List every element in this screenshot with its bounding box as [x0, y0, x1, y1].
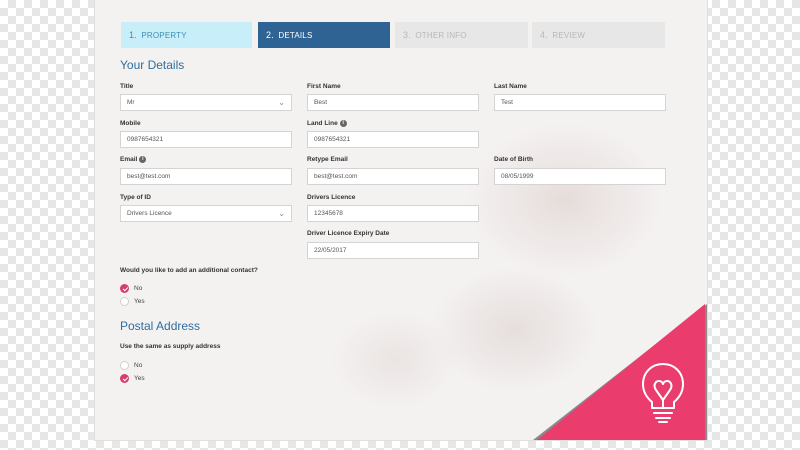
- additional-contact-option-yes[interactable]: Yes: [120, 297, 145, 307]
- email-label: Email: [120, 156, 138, 163]
- mobile-value: 0987654321: [127, 136, 164, 143]
- radio-checked[interactable]: [120, 374, 129, 383]
- radio-label: Yes: [134, 298, 145, 305]
- step-details[interactable]: 2. DETAILS: [258, 22, 390, 48]
- email-field[interactable]: best@test.com: [120, 168, 292, 185]
- licence-expiry-field[interactable]: 22/05/2017: [307, 242, 479, 259]
- postal-address-heading: Postal Address: [120, 319, 201, 333]
- retype-email-field[interactable]: best@test.com: [307, 168, 479, 185]
- drivers-licence-value: 12345678: [314, 210, 343, 217]
- radio-unchecked[interactable]: [120, 361, 129, 370]
- drivers-licence-label: Drivers Licence: [307, 194, 356, 201]
- first-name-label: First Name: [307, 83, 341, 90]
- drivers-licence-field[interactable]: 12345678: [307, 205, 479, 222]
- last-name-label: Last Name: [494, 83, 527, 90]
- radio-label: No: [134, 285, 143, 292]
- step-other-info[interactable]: 3. OTHER INFO: [395, 22, 528, 48]
- radio-unchecked[interactable]: [120, 297, 129, 306]
- land-line-value: 0987654321: [314, 136, 351, 143]
- first-name-field[interactable]: Best: [307, 94, 479, 111]
- additional-contact-question: Would you like to add an additional cont…: [120, 267, 258, 274]
- postal-address-question: Use the same as supply address: [120, 343, 221, 350]
- postal-address-option-no[interactable]: No: [120, 361, 142, 371]
- land-line-label: Land Line: [307, 120, 338, 127]
- title-select[interactable]: Mr ⌄: [120, 94, 292, 111]
- info-icon[interactable]: i: [339, 120, 347, 127]
- step-number: 2.: [266, 30, 274, 40]
- date-of-birth-field[interactable]: 08/05/1999: [494, 168, 666, 185]
- lightbulb-heart-icon: [642, 363, 684, 423]
- licence-expiry-value: 22/05/2017: [314, 247, 347, 254]
- first-name-value: Best: [314, 99, 328, 106]
- mobile-field[interactable]: 0987654321: [120, 131, 292, 148]
- radio-checked[interactable]: [120, 284, 129, 293]
- type-of-id-value: Drivers Licence: [127, 210, 172, 217]
- info-icon[interactable]: i: [139, 156, 147, 163]
- title-label: Title: [120, 83, 134, 90]
- postal-address-option-yes[interactable]: Yes: [120, 374, 145, 384]
- step-review[interactable]: 4. REVIEW: [532, 22, 665, 48]
- step-label: PROPERTY: [141, 31, 187, 40]
- radio-label: Yes: [134, 375, 145, 382]
- mobile-label: Mobile: [120, 120, 141, 127]
- retype-email-value: best@test.com: [314, 173, 358, 180]
- retype-email-label: Retype Email: [307, 156, 348, 163]
- step-property[interactable]: 1. PROPERTY: [121, 22, 252, 48]
- type-of-id-select[interactable]: Drivers Licence ⌄: [120, 205, 292, 222]
- date-of-birth-value: 08/05/1999: [501, 173, 534, 180]
- additional-contact-option-no[interactable]: No: [120, 284, 142, 294]
- title-value: Mr: [127, 99, 135, 106]
- radio-label: No: [134, 362, 143, 369]
- chevron-down-icon: ⌄: [278, 98, 285, 107]
- land-line-field[interactable]: 0987654321: [307, 131, 479, 148]
- email-label-group: Email i: [120, 156, 147, 164]
- progress-steps: 1. PROPERTY 2. DETAILS 3. OTHER INFO 4. …: [121, 22, 665, 48]
- step-label: OTHER INFO: [415, 31, 467, 40]
- step-number: 1.: [129, 30, 137, 40]
- land-line-label-group: Land Line i: [307, 120, 347, 128]
- last-name-field[interactable]: Test: [494, 94, 666, 111]
- email-value: best@test.com: [127, 173, 171, 180]
- your-details-heading: Your Details: [120, 58, 185, 72]
- step-label: REVIEW: [552, 31, 586, 40]
- step-number: 3.: [403, 30, 411, 40]
- step-label: DETAILS: [278, 31, 313, 40]
- form-card: 1. PROPERTY 2. DETAILS 3. OTHER INFO 4. …: [95, 0, 707, 440]
- type-of-id-label: Type of ID: [120, 194, 151, 201]
- licence-expiry-label: Driver Licence Expiry Date: [307, 230, 390, 237]
- date-of-birth-label: Date of Birth: [494, 156, 533, 163]
- last-name-value: Test: [501, 99, 513, 106]
- step-number: 4.: [540, 30, 548, 40]
- chevron-down-icon: ⌄: [278, 209, 285, 218]
